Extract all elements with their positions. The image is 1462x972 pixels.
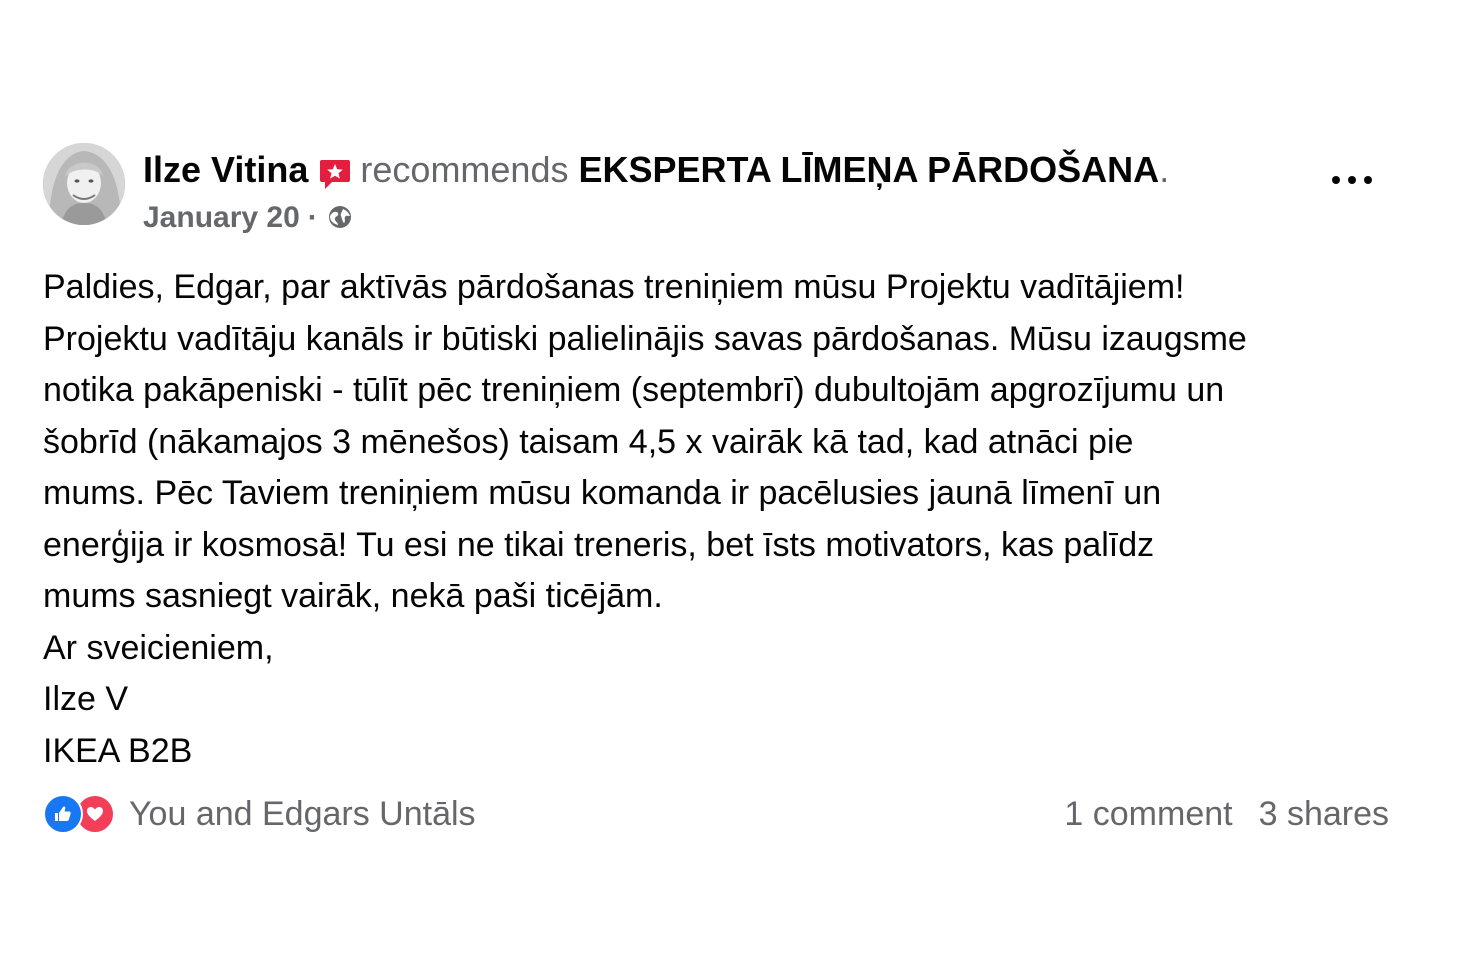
avatar-photo [43, 143, 125, 225]
post-body: Paldies, Edgar, par aktīvās pārdošanas t… [43, 262, 1423, 777]
meta-separator: · [307, 201, 318, 234]
page-name-link[interactable]: EKSPERTA LĪMEŅA PĀRDOŠANA [578, 149, 1159, 191]
post-body-line: Projektu vadītāju kanāls ir būtiski pali… [43, 319, 1247, 358]
like-icon [43, 794, 83, 834]
post-body-line: mums sasniegt vairāk, nekā paši ticējām. [43, 577, 663, 615]
action-text: recommends [360, 149, 569, 190]
post-body-line: Paldies, Edgar, par aktīvās pārdošanas t… [43, 268, 1185, 306]
post-body-line: IKEA B2B [43, 731, 193, 770]
comments-count[interactable]: 1 comment [1064, 795, 1232, 834]
avatar[interactable] [43, 143, 125, 225]
globe-icon[interactable] [326, 200, 354, 236]
shares-count[interactable]: 3 shares [1259, 795, 1389, 834]
header-period: . [1159, 149, 1170, 190]
reaction-icons[interactable] [43, 794, 115, 834]
post-body-line: enerģija ir kosmosā! Tu esi ne tikai tre… [43, 525, 1155, 564]
more-dot [1364, 176, 1372, 184]
author-name[interactable]: Ilze Vitina [143, 149, 308, 191]
more-dot [1348, 176, 1356, 184]
post-body-line: mums. Pēc Taviem treniņiem mūsu komanda … [43, 474, 1162, 512]
more-options-icon [1332, 176, 1340, 184]
more-options-button[interactable] [1332, 170, 1372, 190]
post-footer: You and Edgars Untāls 1 comment 3 shares [43, 790, 1389, 838]
recommend-star-icon [316, 156, 352, 192]
recommendation-post: Ilze Vitina recommends EKSPERTA LĪMEŅA P… [0, 0, 1462, 972]
post-header: Ilze Vitina recommends EKSPERTA LĪMEŅA P… [143, 148, 1169, 192]
post-date[interactable]: January 20 [143, 201, 300, 235]
post-body-line: šobrīd (nākamajos 3 mēnešos) taisam 4,5 … [43, 422, 1134, 461]
post-body-line: Ilze V [43, 680, 129, 718]
post-meta: January 20 · [143, 200, 354, 236]
post-body-line: notika pakāpeniski - tūlīt pēc treniņiem… [43, 371, 1225, 409]
reactor-names[interactable]: You and Edgars Untāls [129, 795, 476, 834]
post-body-line: Ar sveicieniem, [43, 628, 274, 667]
